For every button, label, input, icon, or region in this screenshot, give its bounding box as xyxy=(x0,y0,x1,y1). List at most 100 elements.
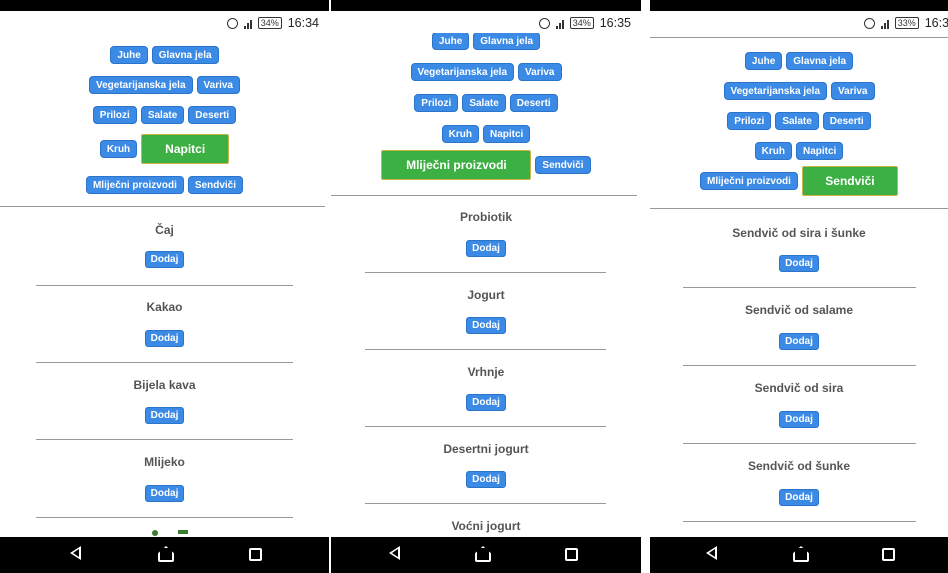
home-icon[interactable] xyxy=(475,546,491,562)
list-item: Kakao Dodaj xyxy=(0,300,329,347)
status-time: 16:34 xyxy=(287,16,319,30)
back-icon[interactable] xyxy=(70,546,81,560)
category-row: Vegetarijanska jela Variva xyxy=(331,63,641,81)
category-vegetarijanska-jela-button[interactable]: Vegetarijanska jela xyxy=(723,82,828,100)
item-divider xyxy=(683,287,916,288)
item-name: Sendvič od sira i šunke xyxy=(732,226,866,240)
category-row: Mliječni proizvodi Sendviči xyxy=(331,150,641,180)
main-content: Juhe Glavna jela Vegetarijanska jela Var… xyxy=(650,33,948,537)
partial-icons xyxy=(152,530,329,537)
category-row: Vegetarijanska jela Variva xyxy=(0,76,329,94)
add-button[interactable]: Dodaj xyxy=(144,330,185,347)
add-button[interactable]: Dodaj xyxy=(144,251,185,268)
add-button[interactable]: Dodaj xyxy=(466,471,506,488)
category-glavna-jela-button[interactable]: Glavna jela xyxy=(473,33,541,50)
category-salate-button[interactable]: Salate xyxy=(775,112,819,130)
add-button[interactable]: Dodaj xyxy=(144,485,185,502)
add-button[interactable]: Dodaj xyxy=(779,255,819,272)
category-juhe-button[interactable]: Juhe xyxy=(110,46,148,64)
category-deserti-button[interactable]: Deserti xyxy=(822,112,871,130)
add-button[interactable]: Dodaj xyxy=(466,317,506,334)
status-bar: 34% 16:35 xyxy=(331,0,641,33)
phone-screen-mlijecni-proizvodi: 34% 16:35 Juhe Glavna jela Vegetarijansk… xyxy=(331,0,641,573)
category-kruh-button[interactable]: Kruh xyxy=(754,142,792,160)
category-row: Juhe Glavna jela xyxy=(650,52,948,70)
recent-apps-icon[interactable] xyxy=(565,548,578,561)
dot-icon xyxy=(152,530,158,536)
list-item: Probiotik Dodaj xyxy=(331,210,641,257)
category-deserti-button[interactable]: Deserti xyxy=(509,94,558,112)
category-juhe-button[interactable]: Juhe xyxy=(431,33,470,50)
list-item: Sendvič od salame Dodaj xyxy=(650,303,948,350)
item-divider xyxy=(365,349,606,350)
category-sendvici-button-active[interactable]: Sendviči xyxy=(801,166,898,196)
category-napitci-button-active[interactable]: Napitci xyxy=(141,134,230,164)
category-row: Kruh Napitci xyxy=(0,134,329,164)
screenshots-collage: 34% 16:34 Juhe Glavna jela Vegetarijansk… xyxy=(0,0,948,573)
item-name: Sendvič od sira xyxy=(754,381,844,395)
category-deserti-button[interactable]: Deserti xyxy=(188,106,237,124)
home-icon[interactable] xyxy=(793,546,809,562)
battery-icon: 34% xyxy=(257,17,282,29)
category-glavna-jela-button[interactable]: Glavna jela xyxy=(151,46,219,64)
add-button[interactable]: Dodaj xyxy=(779,333,819,350)
list-item: Voćni jogurt xyxy=(331,519,641,533)
home-icon[interactable] xyxy=(158,546,174,562)
category-salate-button[interactable]: Salate xyxy=(140,106,185,124)
category-sendvici-button[interactable]: Sendviči xyxy=(187,176,244,194)
add-button[interactable]: Dodaj xyxy=(779,411,819,428)
category-mlijecni-proizvodi-button[interactable]: Mliječni proizvodi xyxy=(85,176,184,194)
item-name: Mlijeko xyxy=(144,455,185,469)
main-content: Juhe Glavna jela Vegetarijanska jela Var… xyxy=(0,33,329,537)
category-sendvici-button[interactable]: Sendviči xyxy=(535,156,591,174)
category-juhe-button[interactable]: Juhe xyxy=(744,52,783,70)
signal-strength-icon xyxy=(243,18,252,29)
main-content: Juhe Glavna jela Vegetarijanska jela Var… xyxy=(331,33,641,537)
category-prilozi-button[interactable]: Prilozi xyxy=(92,106,137,124)
add-button[interactable]: Dodaj xyxy=(466,394,506,411)
category-variva-button[interactable]: Variva xyxy=(518,63,562,81)
category-prilozi-button[interactable]: Prilozi xyxy=(414,94,459,112)
category-vegetarijanska-jela-button[interactable]: Vegetarijanska jela xyxy=(410,63,515,81)
section-divider xyxy=(331,195,637,196)
category-mlijecni-proizvodi-button-active[interactable]: Mliječni proizvodi xyxy=(381,150,532,180)
category-prilozi-button[interactable]: Prilozi xyxy=(727,112,772,130)
category-salate-button[interactable]: Salate xyxy=(462,94,506,112)
category-row: Kruh Napitci xyxy=(650,142,948,160)
add-button[interactable]: Dodaj xyxy=(466,240,506,257)
alarm-clock-icon xyxy=(863,17,875,29)
category-kruh-button[interactable]: Kruh xyxy=(99,140,138,158)
battery-icon: 33% xyxy=(894,17,919,29)
category-napitci-button[interactable]: Napitci xyxy=(796,142,844,160)
category-variva-button[interactable]: Variva xyxy=(196,76,240,94)
signal-strength-icon xyxy=(880,18,889,29)
item-divider xyxy=(683,521,916,522)
back-icon[interactable] xyxy=(706,546,717,560)
item-name: Sendvič od salame xyxy=(744,303,854,317)
item-name: Bijela kava xyxy=(133,378,196,392)
item-name: Kakao xyxy=(146,300,183,314)
list-item: Desertni jogurt Dodaj xyxy=(331,442,641,488)
add-button[interactable]: Dodaj xyxy=(779,489,819,506)
item-divider xyxy=(36,362,293,363)
category-kruh-button[interactable]: Kruh xyxy=(441,125,479,143)
category-glavna-jela-button[interactable]: Glavna jela xyxy=(786,52,854,70)
item-divider xyxy=(36,517,293,518)
category-napitci-button[interactable]: Napitci xyxy=(483,125,531,143)
category-variva-button[interactable]: Variva xyxy=(831,82,875,100)
item-name: Jogurt xyxy=(467,288,505,302)
battery-icon: 34% xyxy=(569,17,594,29)
back-icon[interactable] xyxy=(389,546,400,560)
item-name: Probiotik xyxy=(459,210,512,224)
list-item: Bijela kava Dodaj xyxy=(0,378,329,424)
category-vegetarijanska-jela-button[interactable]: Vegetarijanska jela xyxy=(89,76,193,94)
recent-apps-icon[interactable] xyxy=(249,548,262,561)
recent-apps-icon[interactable] xyxy=(882,548,895,561)
list-item: Sendvič od sira i šunke Dodaj xyxy=(650,226,948,272)
category-mlijecni-proizvodi-button[interactable]: Mliječni proizvodi xyxy=(700,172,798,190)
add-button[interactable]: Dodaj xyxy=(144,407,185,424)
category-row: Prilozi Salate Deserti xyxy=(0,106,329,124)
alarm-clock-icon xyxy=(226,17,238,29)
section-divider xyxy=(650,37,948,38)
category-row: Mliječni proizvodi Sendviči xyxy=(650,166,948,196)
